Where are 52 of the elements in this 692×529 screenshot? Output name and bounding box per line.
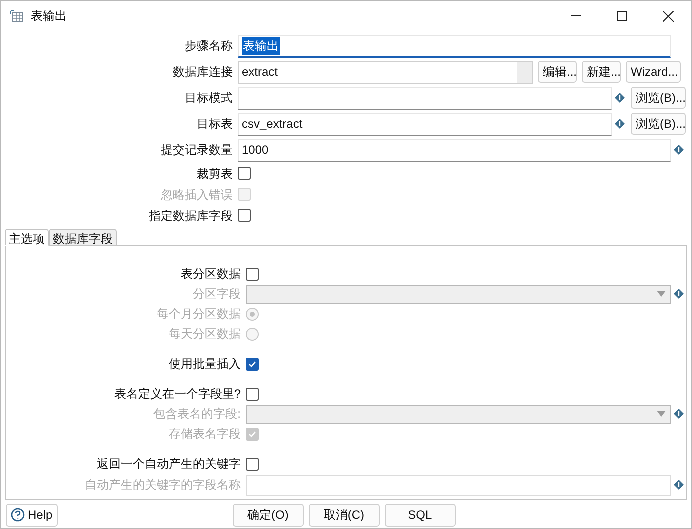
tab[interactable]: 数据库字段 bbox=[49, 229, 117, 246]
input-field[interactable] bbox=[246, 474, 671, 496]
option-label: 使用批量插入 bbox=[168, 356, 242, 373]
button[interactable]: 浏览(B)... bbox=[631, 113, 686, 135]
input-field[interactable]: csv_extract bbox=[238, 112, 612, 136]
field-label: 步骤名称 bbox=[184, 38, 234, 55]
input-field[interactable]: 1000 bbox=[238, 138, 671, 162]
button[interactable]: 新建... bbox=[582, 61, 621, 83]
table-icon bbox=[10, 10, 24, 22]
close-icon bbox=[662, 10, 674, 22]
checkbox[interactable] bbox=[246, 388, 259, 400]
field-label: 指定数据库字段 bbox=[148, 208, 234, 224]
help-button[interactable]: Help bbox=[6, 504, 58, 527]
field-label: 裁剪表 bbox=[196, 166, 234, 182]
button[interactable]: 浏览(B)... bbox=[631, 87, 686, 109]
field-label: 目标表 bbox=[196, 116, 234, 133]
checkbox[interactable] bbox=[246, 458, 259, 470]
button[interactable]: 确定(O) bbox=[232, 504, 304, 527]
option-label: 自动产生的关键字的字段名称 bbox=[84, 477, 242, 494]
button[interactable]: 取消(C) bbox=[308, 504, 380, 527]
dropdown-arrow-icon bbox=[657, 411, 666, 417]
window-title: 表输出 bbox=[31, 8, 67, 25]
button[interactable]: SQL bbox=[384, 504, 456, 527]
option-label: 存储表名字段 bbox=[168, 426, 242, 443]
field-label: 忽略插入错误 bbox=[160, 186, 234, 204]
dropdown-field[interactable] bbox=[246, 284, 671, 304]
option-label: 每个月分区数据 bbox=[156, 306, 242, 323]
check-icon bbox=[248, 360, 257, 368]
field-label: 目标模式 bbox=[184, 90, 234, 107]
button[interactable]: Wizard... bbox=[626, 61, 681, 83]
option-label: 包含表名的字段: bbox=[152, 406, 242, 423]
checkbox[interactable] bbox=[238, 209, 251, 222]
field-label: 提交记录数量 bbox=[160, 142, 234, 159]
input-field[interactable]: 表输出 bbox=[238, 34, 671, 58]
input-field[interactable] bbox=[238, 86, 612, 110]
dropdown-field[interactable] bbox=[246, 404, 671, 424]
button[interactable]: 编辑... bbox=[538, 61, 577, 83]
option-label: 表名定义在一个字段里? bbox=[113, 386, 242, 403]
check-icon bbox=[248, 430, 257, 438]
checkbox[interactable] bbox=[246, 358, 259, 370]
option-label: 分区字段 bbox=[192, 286, 242, 303]
checkbox[interactable] bbox=[238, 167, 251, 180]
checkbox[interactable] bbox=[246, 268, 259, 280]
tab[interactable]: 主选项 bbox=[5, 229, 49, 246]
option-label: 每天分区数据 bbox=[168, 326, 242, 343]
option-label: 返回一个自动产生的关键字 bbox=[96, 456, 242, 473]
field-label: 数据库连接 bbox=[172, 64, 234, 81]
option-label: 表分区数据 bbox=[180, 266, 242, 283]
help-icon bbox=[11, 508, 25, 522]
dropdown-arrow-icon bbox=[657, 291, 666, 297]
connection-dropdown[interactable]: extract bbox=[238, 60, 533, 84]
maximize-icon bbox=[617, 11, 627, 21]
